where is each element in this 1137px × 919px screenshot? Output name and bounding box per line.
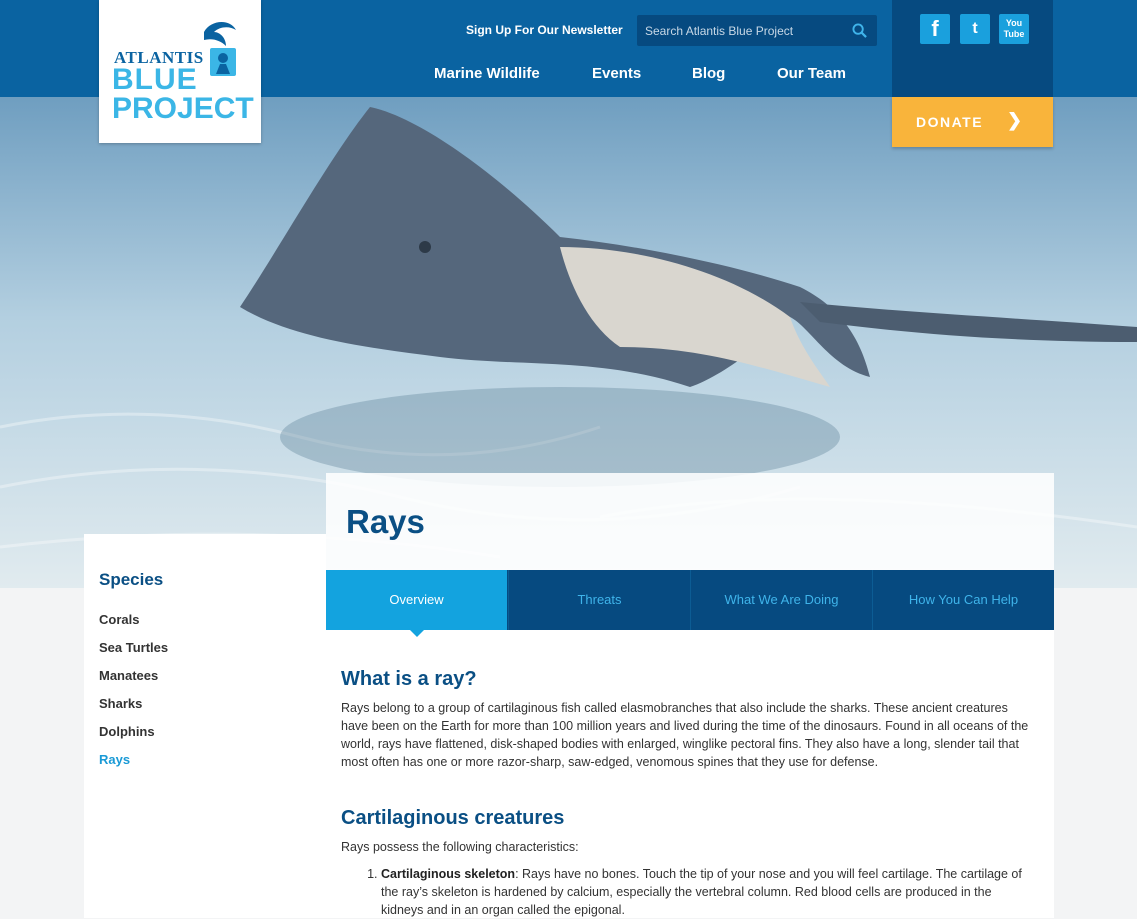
search-icon[interactable] — [852, 23, 867, 38]
twitter-icon[interactable]: t — [960, 14, 990, 44]
tab-overview[interactable]: Overview — [326, 570, 507, 630]
sidebar-item-corals[interactable]: Corals — [99, 612, 139, 627]
tab-threats[interactable]: Threats — [508, 570, 690, 630]
sidebar-item-dolphins[interactable]: Dolphins — [99, 724, 155, 739]
page-title-box: Rays — [326, 473, 1054, 570]
sidebar-item-rays[interactable]: Rays — [99, 752, 130, 767]
facebook-icon[interactable]: f — [920, 14, 950, 44]
list-item: Cartilaginous skeleton: Rays have no bon… — [381, 865, 1031, 919]
page-title: Rays — [346, 503, 425, 540]
active-tab-pointer — [409, 629, 425, 637]
newsletter-link[interactable]: Sign Up For Our Newsletter — [466, 23, 623, 37]
paragraph-characteristics: Rays possess the following characteristi… — [341, 840, 579, 854]
sidebar-item-sea-turtles[interactable]: Sea Turtles — [99, 640, 168, 655]
list-item-term: Cartilaginous skeleton — [381, 867, 516, 881]
nav-blog[interactable]: Blog — [692, 65, 725, 82]
tab-how-you-can-help[interactable]: How You Can Help — [872, 570, 1054, 630]
paragraph-intro: Rays belong to a group of cartilaginous … — [341, 701, 1029, 769]
characteristics-list: Cartilaginous skeleton: Rays have no bon… — [341, 865, 1031, 919]
logo-text-project: PROJECT — [112, 92, 254, 125]
sidebar-item-sharks[interactable]: Sharks — [99, 696, 142, 711]
search-box — [637, 15, 877, 46]
section-heading-cartilaginous: Cartilaginous creatures — [341, 807, 565, 829]
tab-what-we-are-doing[interactable]: What We Are Doing — [690, 570, 872, 630]
donate-label: DONATE — [916, 114, 984, 130]
nav-our-team[interactable]: Our Team — [777, 65, 846, 82]
main-content: What is a ray? Rays belong to a group of… — [326, 630, 1054, 918]
site-logo[interactable]: ATLANTIS BLUE PROJECT — [99, 0, 261, 143]
sidebar-heading: Species — [99, 570, 164, 589]
sidebar-item-manatees[interactable]: Manatees — [99, 668, 158, 683]
nav-marine-wildlife[interactable]: Marine Wildlife — [434, 65, 540, 82]
donate-button[interactable]: DONATE ❯ — [892, 97, 1053, 147]
chevron-right-icon: ❯ — [1007, 110, 1024, 130]
nav-events[interactable]: Events — [592, 65, 641, 82]
tab-bar: Overview Threats What We Are Doing How Y… — [326, 570, 1054, 630]
youtube-icon[interactable]: You Tube — [999, 14, 1029, 44]
section-heading-what-is-a-ray: What is a ray? — [341, 668, 477, 690]
search-input[interactable] — [637, 15, 845, 46]
species-sidebar: Species Corals Sea Turtles Manatees Shar… — [84, 534, 326, 918]
